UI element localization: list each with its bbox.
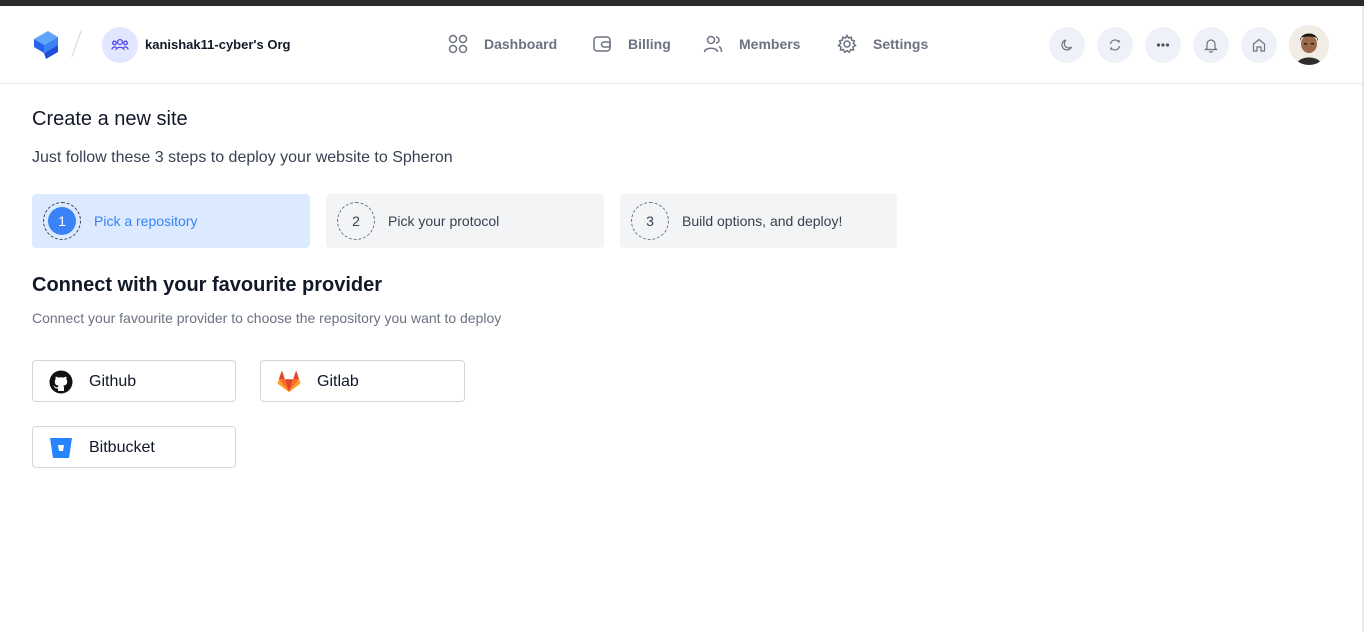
nav-members[interactable]: Members (703, 34, 800, 54)
bitbucket-provider-button[interactable]: Bitbucket (32, 426, 236, 468)
step-pick-repository[interactable]: 1 Pick a repository (32, 194, 310, 248)
home-button[interactable] (1241, 27, 1277, 63)
theme-toggle-button[interactable] (1049, 27, 1085, 63)
step-number: 3 (631, 202, 669, 240)
provider-label: Github (89, 373, 137, 390)
page-subtitle: Just follow these 3 steps to deploy your… (32, 149, 453, 166)
step-pick-protocol[interactable]: 2 Pick your protocol (326, 194, 604, 248)
notifications-button[interactable] (1193, 27, 1229, 63)
nav-settings[interactable]: Settings (837, 34, 928, 54)
page-title: Create a new site (32, 108, 188, 130)
bell-icon (1204, 39, 1218, 53)
user-photo-icon (1289, 25, 1329, 65)
step-number: 1 (48, 207, 76, 235)
provider-label: Gitlab (317, 373, 359, 390)
org-switcher[interactable]: kanishak11-cyber's Org (145, 37, 297, 52)
spheron-logo-icon[interactable] (32, 30, 60, 60)
github-icon (49, 370, 73, 394)
provider-label: Bitbucket (89, 439, 155, 456)
gear-icon (837, 34, 857, 54)
breadcrumb-divider (71, 30, 82, 58)
moon-icon (1061, 39, 1073, 51)
nav-billing-label: Billing (628, 36, 671, 52)
step-label: Pick your protocol (388, 213, 500, 229)
nav-settings-label: Settings (873, 36, 929, 52)
home-icon (1252, 38, 1266, 52)
dashboard-grid-icon (448, 34, 468, 54)
step-label: Pick a repository (94, 213, 198, 229)
step-label: Build options, and deploy! (682, 213, 843, 229)
providers-subtitle: Connect your favourite provider to choos… (32, 310, 502, 326)
nav-dashboard[interactable]: Dashboard (448, 34, 557, 54)
refresh-button[interactable] (1097, 27, 1133, 63)
more-dots-icon (1156, 43, 1170, 47)
nav-billing[interactable]: Billing (592, 34, 671, 54)
user-avatar[interactable] (1289, 25, 1329, 65)
step-number: 2 (337, 202, 375, 240)
bitbucket-icon (49, 436, 73, 460)
wallet-icon (593, 36, 611, 52)
nav-dashboard-label: Dashboard (484, 36, 558, 52)
providers-title: Connect with your favourite provider (32, 274, 383, 296)
org-avatar[interactable] (102, 27, 138, 63)
step-build-deploy[interactable]: 3 Build options, and deploy! (620, 194, 897, 248)
more-options-button[interactable] (1145, 27, 1181, 63)
members-icon (703, 35, 723, 53)
top-header: kanishak11-cyber's Org Dashboard Billing… (0, 6, 1362, 84)
github-provider-button[interactable]: Github (32, 360, 236, 402)
gitlab-icon (277, 370, 301, 394)
refresh-icon (1109, 39, 1121, 51)
nav-members-label: Members (739, 36, 801, 52)
team-icon (111, 38, 129, 51)
step-number-badge: 1 (43, 202, 81, 240)
gitlab-provider-button[interactable]: Gitlab (260, 360, 465, 402)
